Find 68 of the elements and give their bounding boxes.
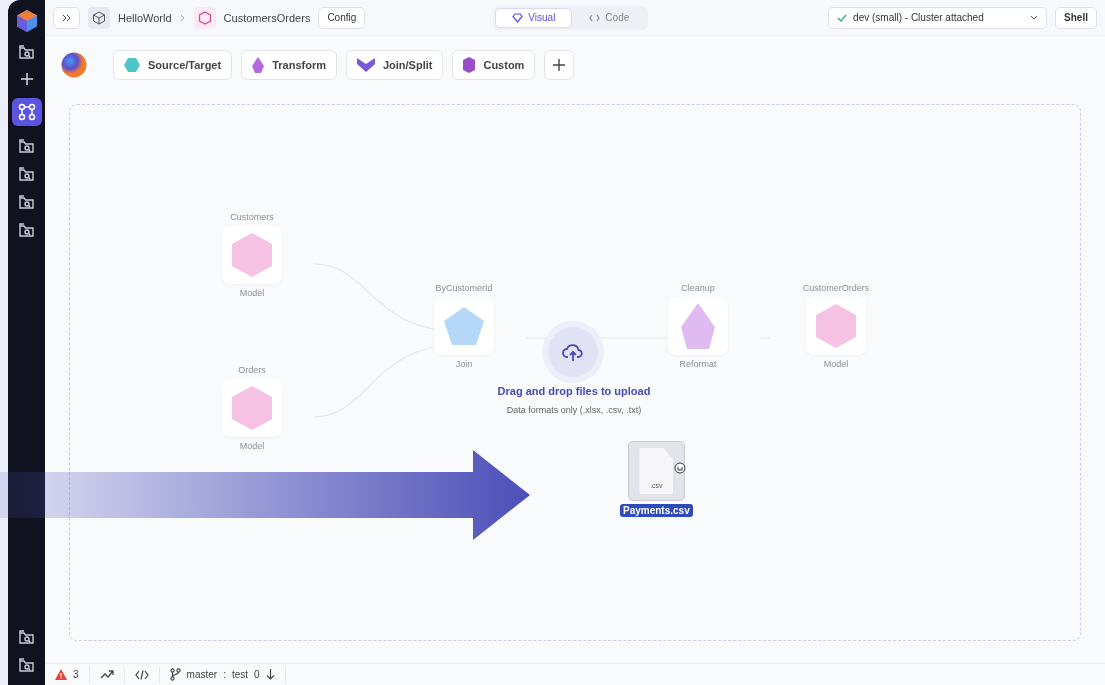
chevron-right-icon (179, 13, 186, 22)
shell-button[interactable]: Shell (1055, 6, 1097, 29)
palette-button[interactable]: Source/Target (113, 50, 233, 80)
plus-icon[interactable] (19, 72, 34, 86)
code-icon[interactable] (134, 669, 149, 680)
node-type: Model (239, 441, 265, 451)
cube-icon (232, 233, 272, 277)
folder-search-icon[interactable] (18, 194, 35, 210)
folder-search-icon[interactable] (18, 629, 35, 645)
folder-search-icon[interactable] (18, 138, 35, 154)
target-branch[interactable]: test (231, 669, 249, 680)
grab-cursor-icon (674, 462, 686, 474)
folder-search-icon[interactable] (18, 44, 35, 60)
node-title: Cleanup (681, 283, 715, 293)
gem-icon (463, 57, 476, 73)
node-title: CustomerOrders (802, 283, 870, 293)
cube-icon (88, 6, 110, 29)
pipeline-node[interactable] (434, 297, 494, 355)
add-button[interactable] (544, 50, 575, 80)
warning-icon[interactable] (55, 669, 67, 680)
upload-hint: Data formats only (.xlsx, .csv, .txt) (506, 405, 642, 415)
hexagon-icon (124, 58, 140, 72)
node-title: Customers (230, 212, 274, 222)
trend-icon[interactable] (99, 670, 114, 679)
cluster-dropdown[interactable]: dev (small) - Cluster attached (828, 6, 1048, 29)
logo-icon[interactable] (15, 10, 38, 32)
folder-search-icon[interactable] (18, 166, 35, 182)
crystal-icon (681, 303, 715, 349)
pipeline-node[interactable] (222, 379, 282, 437)
node-title: ByCustomerId (435, 283, 493, 293)
palette-button[interactable]: Transform (241, 50, 337, 80)
pipeline-node[interactable] (806, 297, 866, 355)
arrow-down-icon[interactable] (265, 669, 275, 680)
branch-icon[interactable] (169, 668, 181, 681)
double-chevron-icon (62, 13, 71, 22)
chevron-down-icon (356, 58, 375, 72)
diamond-icon (512, 12, 524, 23)
node-type: Model (239, 288, 265, 298)
pipeline-node[interactable] (668, 297, 728, 355)
branch-name[interactable]: master (186, 669, 218, 680)
branch-separator: : (223, 669, 226, 680)
cube-icon (232, 386, 272, 430)
palette-button[interactable]: Join/Split (345, 50, 444, 80)
drop-icon (252, 57, 265, 73)
folder-search-icon[interactable] (18, 222, 35, 238)
pipeline-node[interactable] (222, 226, 282, 284)
palette-button[interactable]: Custom (452, 50, 536, 80)
plus-icon (553, 59, 566, 71)
breadcrumb-item[interactable]: HelloWorld (118, 11, 172, 24)
view-tab[interactable]: Visual (495, 7, 573, 28)
node-type: Join (455, 359, 473, 369)
folder-search-icon[interactable] (18, 657, 35, 673)
file-name[interactable]: Payments.csv (620, 504, 693, 517)
caret-icon (1030, 15, 1039, 20)
graph-icon[interactable] (11, 98, 42, 126)
breadcrumb-item[interactable]: CustomersOrders (223, 11, 311, 24)
upload-title: Drag and drop files to upload (497, 385, 651, 397)
code-icon (589, 13, 601, 22)
globe-icon[interactable] (61, 52, 87, 78)
error-count: 3 (73, 669, 79, 680)
commit-count: 0 (254, 669, 260, 680)
cloud-upload-icon (562, 342, 584, 362)
config-button[interactable]: Config (318, 6, 366, 29)
pentagon-icon (444, 307, 484, 345)
node-type: Model (823, 359, 849, 369)
node-type: Reformat (679, 359, 717, 369)
node-title: Orders (238, 365, 266, 375)
cube-icon (816, 304, 856, 348)
